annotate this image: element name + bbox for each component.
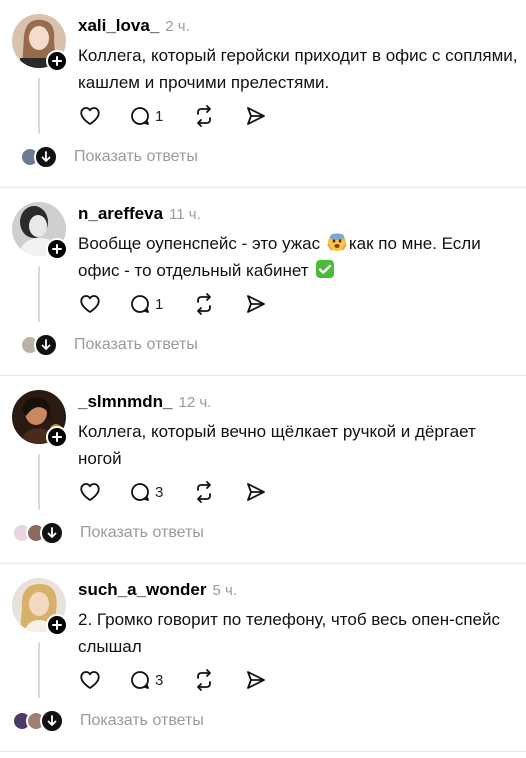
post-time: 2 ч. (165, 18, 190, 35)
show-replies-link[interactable]: Показать ответы (74, 336, 198, 354)
fearful-face-emoji (326, 233, 347, 251)
post-1: xali_lova_ 2 ч. Коллега, который геройски… (0, 0, 526, 188)
thread-line (38, 454, 40, 510)
share-button[interactable] (244, 104, 268, 128)
repost-button[interactable] (192, 668, 216, 692)
comment-icon (131, 107, 149, 125)
post-header: _slmnmdn_ 12 ч. (78, 392, 211, 412)
send-icon (247, 295, 265, 313)
repost-button[interactable] (192, 292, 216, 316)
username[interactable]: _slmnmdn_ (78, 392, 172, 411)
arrow-down-icon (34, 145, 58, 169)
comment-button[interactable]: 1 (128, 292, 163, 316)
post-divider (0, 751, 526, 752)
follow-plus-icon[interactable] (46, 50, 68, 72)
post-time: 12 ч. (178, 394, 212, 411)
username[interactable]: xali_lova_ (78, 16, 159, 35)
arrow-down-icon (40, 709, 64, 733)
post-text: Коллега, который геройски приходит в офи… (78, 46, 518, 92)
repost-icon (197, 669, 211, 691)
comment-icon (131, 295, 149, 313)
post-header: such_a_wonder 5 ч. (78, 580, 237, 600)
show-replies-row[interactable]: Показать ответы (12, 521, 204, 545)
heart-icon (80, 483, 100, 501)
heart-icon (80, 295, 100, 313)
share-button[interactable] (244, 292, 268, 316)
comment-button[interactable]: 1 (128, 104, 163, 128)
like-button[interactable] (78, 292, 102, 316)
comment-count: 1 (155, 107, 164, 125)
post-4: such_a_wonder 5 ч. 2. Громко говорит по т… (0, 564, 526, 752)
comment-count: 1 (155, 295, 164, 313)
arrow-down-icon (40, 521, 64, 545)
show-replies-link[interactable]: Показать ответы (80, 712, 204, 730)
share-button[interactable] (244, 668, 268, 692)
repost-icon (197, 293, 211, 315)
like-button[interactable] (78, 668, 102, 692)
like-button[interactable] (78, 104, 102, 128)
username[interactable]: n_areffeva (78, 204, 163, 223)
post-2: n_areffeva 11 ч. Вообще оупенспейс - это … (0, 188, 526, 376)
post-text: 2. Громко говорит по телефону, чтоб весь… (78, 610, 500, 656)
show-replies-link[interactable]: Показать ответы (74, 148, 198, 166)
show-replies-link[interactable]: Показать ответы (80, 524, 204, 542)
username[interactable]: such_a_wonder (78, 580, 207, 599)
comment-button[interactable]: 3 (128, 668, 163, 692)
post-time: 11 ч. (169, 206, 201, 223)
comment-count: 3 (155, 483, 164, 501)
follow-plus-icon[interactable] (46, 426, 68, 448)
post-time: 5 ч. (212, 582, 238, 599)
repost-icon (197, 105, 211, 127)
post-header: n_areffeva 11 ч. (78, 204, 201, 224)
share-button[interactable] (244, 480, 268, 504)
show-replies-row[interactable]: Показать ответы (20, 145, 198, 169)
send-icon (247, 671, 265, 689)
post-header: xali_lova_ 2 ч. (78, 16, 190, 36)
follow-plus-icon[interactable] (46, 614, 68, 636)
post-text: Вообще оупенспейс - это ужас как по мне.… (78, 230, 518, 284)
comment-icon (131, 671, 149, 689)
repost-button[interactable] (192, 104, 216, 128)
thread-line (38, 78, 40, 134)
repost-button[interactable] (192, 480, 216, 504)
post-3: _slmnmdn_ 12 ч. Коллега, который вечно щё… (0, 376, 526, 564)
thread-line (38, 642, 40, 698)
heart-icon (80, 107, 100, 125)
comment-count: 3 (155, 671, 164, 689)
heart-icon (80, 671, 100, 689)
show-replies-row[interactable]: Показать ответы (12, 709, 204, 733)
arrow-down-icon (34, 333, 58, 357)
repost-icon (197, 481, 211, 503)
post-text-part: Вообще оупенспейс - это ужас (78, 234, 325, 253)
send-icon (247, 107, 265, 125)
send-icon (247, 483, 265, 501)
comment-button[interactable]: 3 (128, 480, 163, 504)
like-button[interactable] (78, 480, 102, 504)
show-replies-row[interactable]: Показать ответы (20, 333, 198, 357)
comment-icon (131, 483, 149, 501)
thread-line (38, 266, 40, 322)
post-text: Коллега, который вечно щёлкает ручкой и … (78, 422, 476, 468)
follow-plus-icon[interactable] (46, 238, 68, 260)
check-mark-emoji (316, 260, 335, 278)
